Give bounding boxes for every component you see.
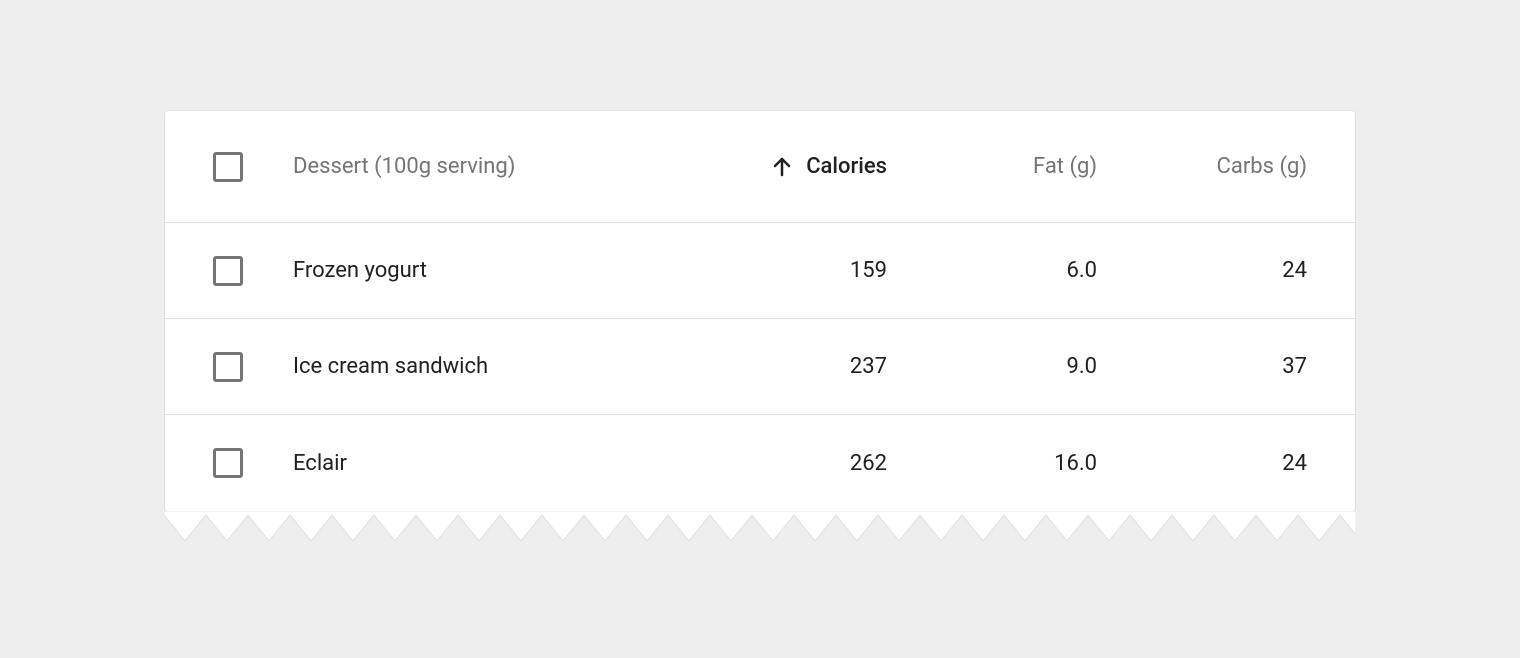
cell-name: Frozen yogurt bbox=[293, 258, 677, 283]
cell-fat: 16.0 bbox=[887, 451, 1097, 476]
select-all-checkbox[interactable] bbox=[213, 152, 243, 182]
table-row: Ice cream sandwich 237 9.0 37 bbox=[165, 319, 1355, 415]
row-checkbox-cell bbox=[213, 256, 293, 286]
data-table: Dessert (100g serving) Calories Fat (g) … bbox=[164, 110, 1356, 512]
cell-calories: 159 bbox=[677, 258, 887, 283]
row-checkbox[interactable] bbox=[213, 448, 243, 478]
cell-fat: 9.0 bbox=[887, 354, 1097, 379]
row-checkbox-cell bbox=[213, 352, 293, 382]
header-checkbox-cell bbox=[213, 152, 293, 182]
cell-carbs: 24 bbox=[1097, 451, 1307, 476]
table-header-row: Dessert (100g serving) Calories Fat (g) … bbox=[165, 111, 1355, 223]
row-checkbox-cell bbox=[213, 448, 293, 478]
table-row: Eclair 262 16.0 24 bbox=[165, 415, 1355, 511]
header-fat[interactable]: Fat (g) bbox=[887, 154, 1097, 179]
cell-fat: 6.0 bbox=[887, 258, 1097, 283]
cell-carbs: 24 bbox=[1097, 258, 1307, 283]
row-checkbox[interactable] bbox=[213, 352, 243, 382]
cell-name: Eclair bbox=[293, 451, 677, 476]
row-checkbox[interactable] bbox=[213, 256, 243, 286]
cell-carbs: 37 bbox=[1097, 354, 1307, 379]
header-calories[interactable]: Calories bbox=[677, 154, 887, 179]
header-carbs[interactable]: Carbs (g) bbox=[1097, 154, 1307, 179]
torn-edge-decoration bbox=[164, 511, 1356, 559]
header-name[interactable]: Dessert (100g serving) bbox=[293, 154, 677, 179]
cell-name: Ice cream sandwich bbox=[293, 354, 677, 379]
cell-calories: 237 bbox=[677, 354, 887, 379]
table-row: Frozen yogurt 159 6.0 24 bbox=[165, 223, 1355, 319]
cell-calories: 262 bbox=[677, 451, 887, 476]
header-calories-label: Calories bbox=[806, 154, 887, 179]
arrow-up-icon bbox=[770, 155, 794, 179]
